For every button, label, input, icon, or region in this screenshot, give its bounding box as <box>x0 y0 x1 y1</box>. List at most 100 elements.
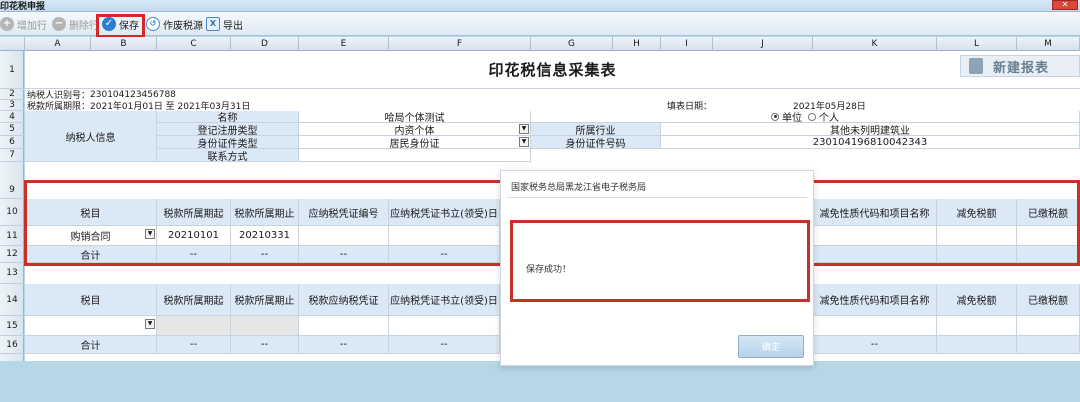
table2-end-cell[interactable] <box>231 316 299 336</box>
reg-type-label: 登记注册类型 <box>157 123 299 136</box>
save-highlight-box <box>96 14 145 38</box>
row-number[interactable]: 6 <box>0 136 24 149</box>
row-number[interactable]: 1 <box>0 51 24 89</box>
table2-header-start: 税款所属期起 <box>157 284 231 316</box>
col-header-l[interactable]: L <box>937 37 1017 51</box>
col-header-m[interactable]: M <box>1017 37 1080 51</box>
table2-total-label: 合计 <box>25 336 157 354</box>
id-type-select[interactable]: 居民身份证 ▼ <box>299 136 531 149</box>
table2-exemption-cell[interactable] <box>813 316 937 336</box>
row-number-column: 1 2 3 4 5 6 7 9 10 11 12 13 14 15 16 <box>0 51 24 361</box>
row-number[interactable]: 15 <box>0 316 24 336</box>
table2-total-dash: -- <box>389 336 500 354</box>
col-header-a[interactable]: A <box>25 37 91 51</box>
id-type-label: 身份证件类型 <box>157 136 299 149</box>
taxpayer-info-label: 纳税人信息 <box>25 111 157 162</box>
name-value[interactable]: 哈局个体测试 <box>299 111 531 123</box>
radio-unit-label: 单位 <box>782 113 802 123</box>
col-header-d[interactable]: D <box>231 37 299 51</box>
cancel-source-label: 作废税源 <box>163 20 203 32</box>
radio-individual-label: 个人 <box>819 113 839 123</box>
reg-type-select[interactable]: 内资个体 ▼ <box>299 123 531 136</box>
table2-exempt-amount-cell[interactable] <box>937 316 1017 336</box>
dialog-title: 国家税务总局黑龙江省电子税务局 <box>511 183 647 193</box>
table2-start-cell[interactable] <box>157 316 231 336</box>
row-number[interactable]: 11 <box>0 226 24 246</box>
table2-voucher-cell[interactable] <box>299 316 389 336</box>
cancel-source-icon: ↺ <box>146 17 160 31</box>
dropdown-arrow-icon[interactable]: ▼ <box>519 124 529 134</box>
add-row-label: 增加行 <box>17 20 47 32</box>
table2-total-cell <box>1017 336 1080 354</box>
dropdown-arrow-icon[interactable]: ▼ <box>145 319 155 329</box>
col-header-g[interactable]: G <box>531 37 613 51</box>
export-icon: X <box>206 17 220 31</box>
window-titlebar: 印花税申报 ✕ <box>0 0 1080 12</box>
add-icon: + <box>0 17 14 31</box>
col-header-c[interactable]: C <box>157 37 231 51</box>
toolbar: + 增加行 − 删除行 ✓ 保存 ↺ 作废税源 X 导出 <box>0 12 1080 36</box>
row-number[interactable]: 9 <box>0 181 24 199</box>
row-number[interactable]: 10 <box>0 199 24 226</box>
fill-date-label: 填表日期： <box>667 102 713 111</box>
export-button[interactable]: X 导出 <box>206 15 243 33</box>
new-report-button[interactable]: 新建报表 <box>960 55 1080 77</box>
message-highlight-box <box>510 220 810 302</box>
add-row-button[interactable]: + 增加行 <box>0 15 47 33</box>
cancel-source-button[interactable]: ↺ 作废税源 <box>146 15 203 33</box>
table2-header-item: 税目 <box>25 284 157 316</box>
row-number[interactable]: 3 <box>0 100 24 111</box>
col-header-i[interactable]: I <box>661 37 713 51</box>
taxpayer-id-label: 纳税人识别号： <box>27 91 91 100</box>
industry-label: 所属行业 <box>531 123 661 136</box>
table2-paid-cell[interactable] <box>1017 316 1080 336</box>
row-number[interactable]: 5 <box>0 123 24 136</box>
period-label: 税款所属期限： <box>27 102 91 111</box>
document-icon <box>969 58 983 74</box>
radio-unit[interactable] <box>771 112 779 121</box>
col-header-b[interactable]: B <box>91 37 157 51</box>
delete-row-button[interactable]: − 删除行 <box>52 15 99 33</box>
col-header-h[interactable]: H <box>613 37 661 51</box>
table2-header-voucher: 税款应纳税凭证 <box>299 284 389 316</box>
dropdown-arrow-icon[interactable]: ▼ <box>519 137 529 147</box>
app-window: 印花税申报 ✕ + 增加行 − 删除行 ✓ 保存 ↺ 作废税源 X 导出 A B… <box>0 0 1080 402</box>
col-header-f[interactable]: F <box>389 37 531 51</box>
col-header-e[interactable]: E <box>299 37 389 51</box>
row-number[interactable]: 14 <box>0 284 24 316</box>
table2-header-exemption: 减免性质代码和项目名称 <box>813 284 937 316</box>
row-number[interactable]: 16 <box>0 336 24 354</box>
id-number-label: 身份证件号码 <box>531 136 661 149</box>
row-number[interactable]: 12 <box>0 246 24 263</box>
save-success-dialog: 国家税务总局黑龙江省电子税务局 保存成功！ 确定 <box>500 170 814 366</box>
row-number[interactable]: 4 <box>0 111 24 123</box>
contact-value[interactable] <box>299 149 531 162</box>
window-close-button[interactable]: ✕ <box>1052 0 1078 10</box>
industry-value[interactable]: 其他未列明建筑业 <box>661 123 1080 136</box>
name-label: 名称 <box>157 111 299 123</box>
table2-total-dash: -- <box>157 336 231 354</box>
table2-header-paid: 已缴税额 <box>1017 284 1080 316</box>
row-number[interactable]: 2 <box>0 89 24 100</box>
col-header-k[interactable]: K <box>813 37 937 51</box>
taxpayer-type-radio-group: 单位 个人 <box>531 111 1080 123</box>
row-number[interactable]: 13 <box>0 263 24 284</box>
table2-voucher-date-cell[interactable] <box>389 316 500 336</box>
table2-header-exempt-amount: 减免税额 <box>937 284 1017 316</box>
col-header-j[interactable]: J <box>713 37 813 51</box>
id-number-value[interactable]: 230104196810042343 <box>661 136 1080 149</box>
dialog-ok-button[interactable]: 确定 <box>738 335 804 358</box>
workspace-background <box>0 361 1080 402</box>
id-type-value: 居民身份证 <box>389 138 440 149</box>
contact-label: 联系方式 <box>157 149 299 162</box>
radio-individual[interactable] <box>808 112 816 121</box>
window-title: 印花税申报 <box>0 2 46 12</box>
row-number[interactable]: 7 <box>0 149 24 162</box>
table2-total-cell <box>937 336 1017 354</box>
table2-total-dash: -- <box>231 336 299 354</box>
period-row: 税款所属期限： 2021年01月01日 至 2021年03月31日 <box>25 100 345 111</box>
table2-item-select[interactable]: ▼ <box>25 316 157 336</box>
delete-row-label: 删除行 <box>69 20 99 32</box>
dialog-message: 保存成功！ <box>526 265 572 275</box>
minus-icon: − <box>52 17 66 31</box>
